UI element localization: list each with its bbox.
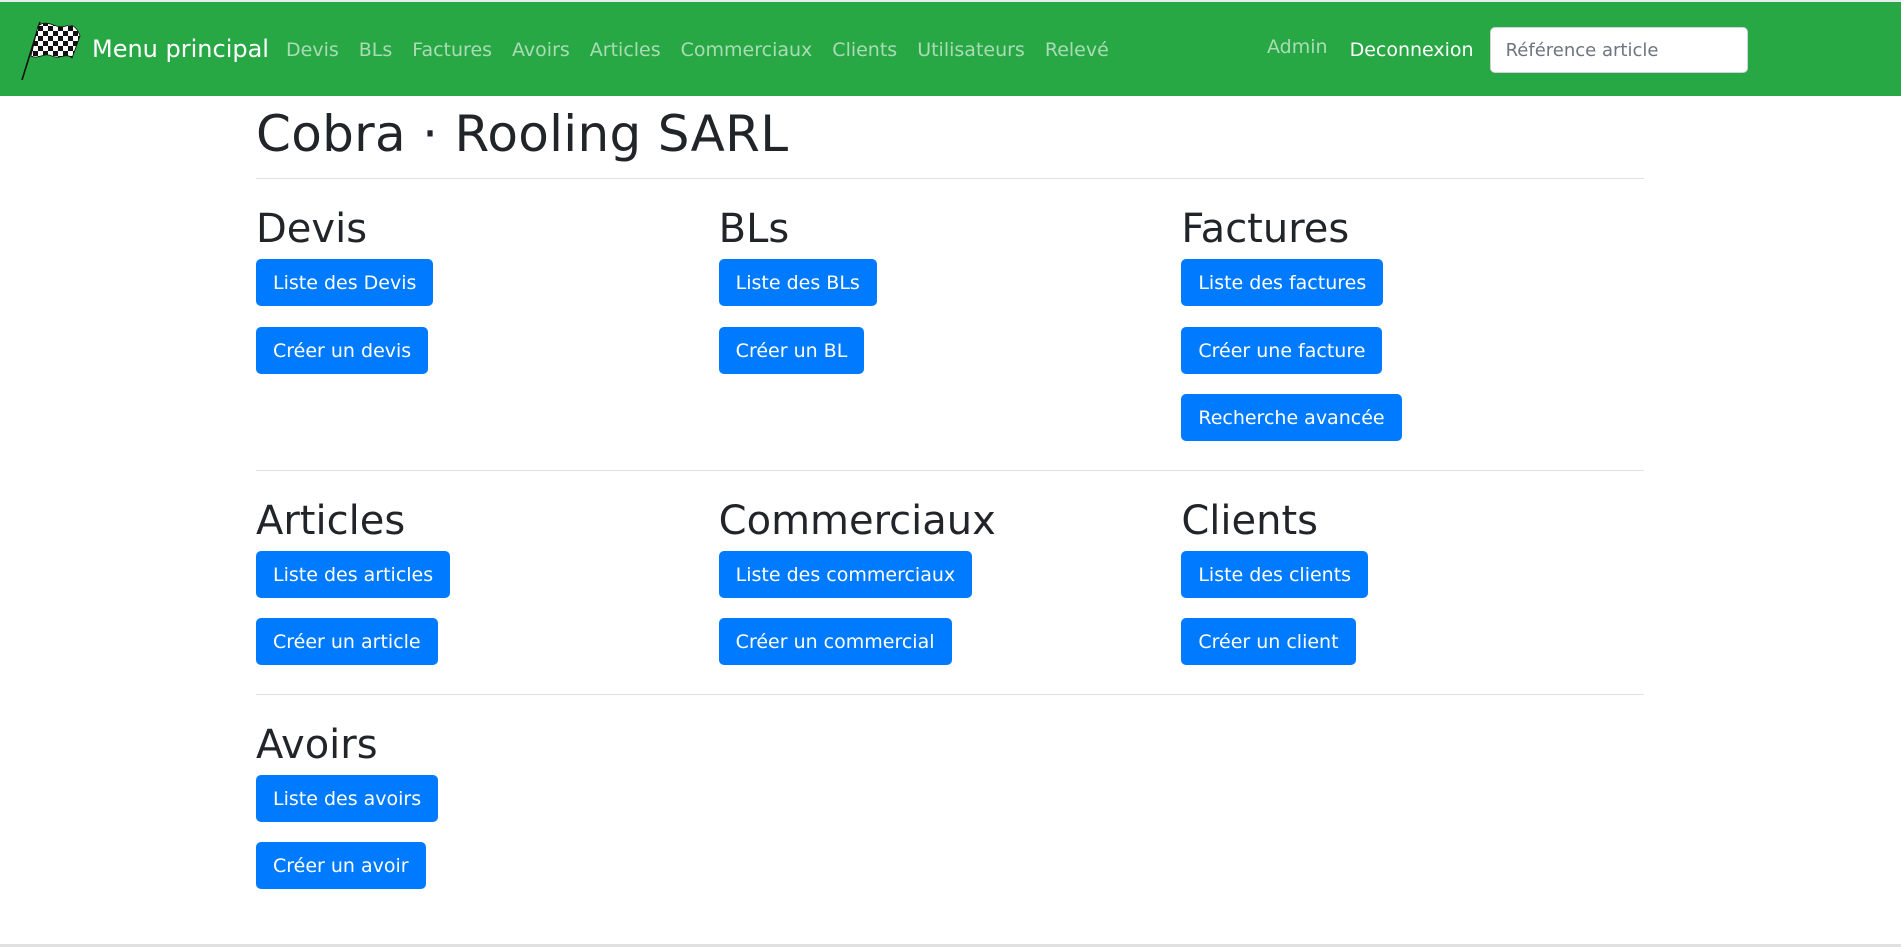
advanced-search-button[interactable]: Recherche avancée <box>1181 394 1402 441</box>
create-commercial-button[interactable]: Créer un commercial <box>718 618 952 665</box>
list-commerciaux-button[interactable]: Liste des commerciaux <box>718 550 973 598</box>
logout-link[interactable]: Deconnexion <box>1340 39 1484 61</box>
nav-link-releve[interactable]: Relevé <box>1035 2 1119 98</box>
brand-link[interactable]: Menu principal <box>18 16 269 82</box>
section-avoirs: Avoirs Liste des avoirs Créer un avoir <box>256 721 731 910</box>
nav-link-admin[interactable]: Admin <box>1257 36 1338 58</box>
section-title-factures: Factures <box>1181 206 1350 252</box>
section-title-commerciaux: Commerciaux <box>718 497 996 544</box>
top-navbar: Menu principal Devis BLs Factures Avoirs… <box>0 0 1901 96</box>
button-slot: Liste des BLs <box>718 259 1182 327</box>
divider <box>256 693 1644 695</box>
create-avoir-button[interactable]: Créer un avoir <box>256 842 426 889</box>
section-articles: Articles Liste des articles Créer un art… <box>256 497 719 686</box>
section-devis: Devis Liste des Devis Créer un devis <box>256 205 719 462</box>
create-facture-button[interactable]: Créer une facture <box>1181 326 1383 374</box>
button-slot: Créer un avoir <box>256 842 731 910</box>
create-devis-button[interactable]: Créer un devis <box>256 326 429 374</box>
list-factures-button[interactable]: Liste des factures <box>1181 259 1384 306</box>
section-row-2: Articles Liste des articles Créer un art… <box>256 497 1644 686</box>
create-client-button[interactable]: Créer un client <box>1181 618 1356 665</box>
nav-link-clients[interactable]: Clients <box>822 2 907 98</box>
brand-label: Menu principal <box>92 35 269 63</box>
article-reference-search-input[interactable] <box>1489 27 1748 73</box>
button-slot: Créer un BL <box>718 326 1182 395</box>
section-clients: Clients Liste des clients Créer un clien… <box>1181 497 1644 686</box>
section-title-devis: Devis <box>256 206 368 252</box>
create-bl-button[interactable]: Créer un BL <box>718 326 865 374</box>
nav-link-devis[interactable]: Devis <box>276 2 349 98</box>
section-bls: BLs Liste des BLs Créer un BL <box>718 205 1182 462</box>
section-factures: Factures Liste des factures Créer une fa… <box>1181 205 1644 462</box>
create-article-button[interactable]: Créer un article <box>256 618 438 665</box>
nav-link-utilisateurs[interactable]: Utilisateurs <box>907 2 1035 98</box>
section-title-bls: BLs <box>718 206 790 252</box>
button-slot: Liste des commerciaux <box>718 550 1182 619</box>
nav-links: Devis BLs Factures Avoirs Articles Comme… <box>276 2 1119 98</box>
button-slot: Créer un devis <box>256 326 719 395</box>
button-slot: Liste des factures <box>1181 259 1644 327</box>
section-title-articles: Articles <box>256 497 406 544</box>
section-row-1: Devis Liste des Devis Créer un devis BLs… <box>256 205 1644 462</box>
section-row-3: Avoirs Liste des avoirs Créer un avoir <box>256 721 1644 910</box>
nav-link-bls[interactable]: BLs <box>349 2 403 98</box>
button-slot: Liste des clients <box>1181 550 1644 619</box>
list-devis-button[interactable]: Liste des Devis <box>256 259 434 306</box>
divider <box>256 178 1644 179</box>
list-avoirs-button[interactable]: Liste des avoirs <box>256 774 439 822</box>
button-slot: Créer une facture <box>1181 326 1644 395</box>
nav-link-commerciaux[interactable]: Commerciaux <box>671 2 823 98</box>
button-slot: Liste des Devis <box>256 259 719 327</box>
checkered-flag-icon <box>21 21 81 81</box>
button-slot: Recherche avancée <box>1181 394 1644 462</box>
list-articles-button[interactable]: Liste des articles <box>256 550 451 598</box>
section-title-avoirs: Avoirs <box>256 721 378 768</box>
nav-link-avoirs[interactable]: Avoirs <box>502 2 580 98</box>
nav-right: Admin Deconnexion <box>1257 2 1748 98</box>
button-slot: Créer un commercial <box>718 618 1182 686</box>
main-content: Cobra · Rooling SARL Devis Liste des Dev… <box>256 96 1644 910</box>
list-bls-button[interactable]: Liste des BLs <box>718 259 877 306</box>
nav-link-articles[interactable]: Articles <box>580 2 671 98</box>
button-slot: Liste des articles <box>256 550 719 619</box>
list-clients-button[interactable]: Liste des clients <box>1181 550 1369 598</box>
divider <box>256 469 1644 471</box>
button-slot: Créer un client <box>1181 618 1644 686</box>
button-slot: Créer un article <box>256 618 719 686</box>
button-slot: Liste des avoirs <box>256 774 731 843</box>
section-title-clients: Clients <box>1181 497 1318 544</box>
nav-link-factures[interactable]: Factures <box>402 2 502 98</box>
page-title: Cobra · Rooling SARL <box>256 105 789 163</box>
section-commerciaux: Commerciaux Liste des commerciaux Créer … <box>718 497 1182 686</box>
